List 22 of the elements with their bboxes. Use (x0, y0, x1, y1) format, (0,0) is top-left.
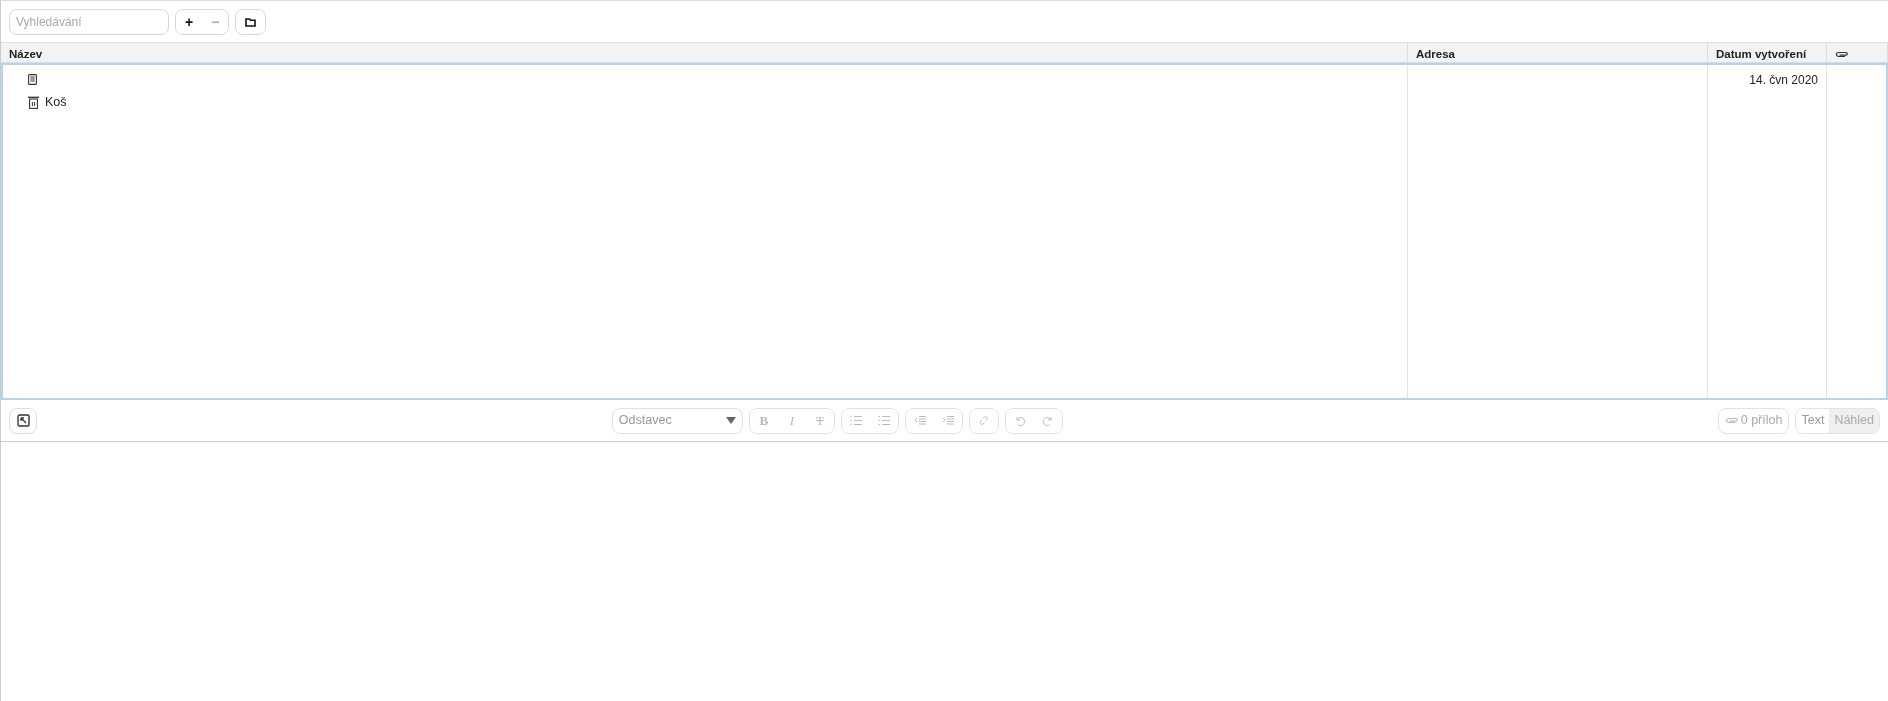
arrow-box-icon (16, 414, 30, 427)
dropdown-caret-icon (725, 417, 736, 424)
undo-icon (1013, 415, 1026, 426)
bullet-list-icon (877, 415, 890, 426)
paperclip-icon (1724, 416, 1738, 425)
date-cell-text: 14. čvn 2020 (1749, 71, 1818, 89)
trash-icon (28, 96, 39, 109)
paperclip-icon (1835, 50, 1848, 59)
column-header: Adresa (1408, 43, 1708, 67)
search-field[interactable]: Vyhledávání (9, 8, 169, 35)
numbered-list-icon (849, 415, 862, 426)
column-header: Název (1, 43, 1408, 67)
link-icon (977, 415, 990, 426)
folder-button[interactable] (236, 9, 266, 34)
note-icon (28, 74, 37, 85)
outdent-icon (913, 415, 926, 426)
column-header: Datum vytvoření (1708, 43, 1827, 67)
folder-icon (245, 18, 257, 28)
collapse-button[interactable] (9, 407, 37, 434)
indent-icon (941, 415, 954, 426)
redo-icon (1041, 415, 1054, 426)
tree-item-label[interactable]: Koš (45, 93, 67, 112)
